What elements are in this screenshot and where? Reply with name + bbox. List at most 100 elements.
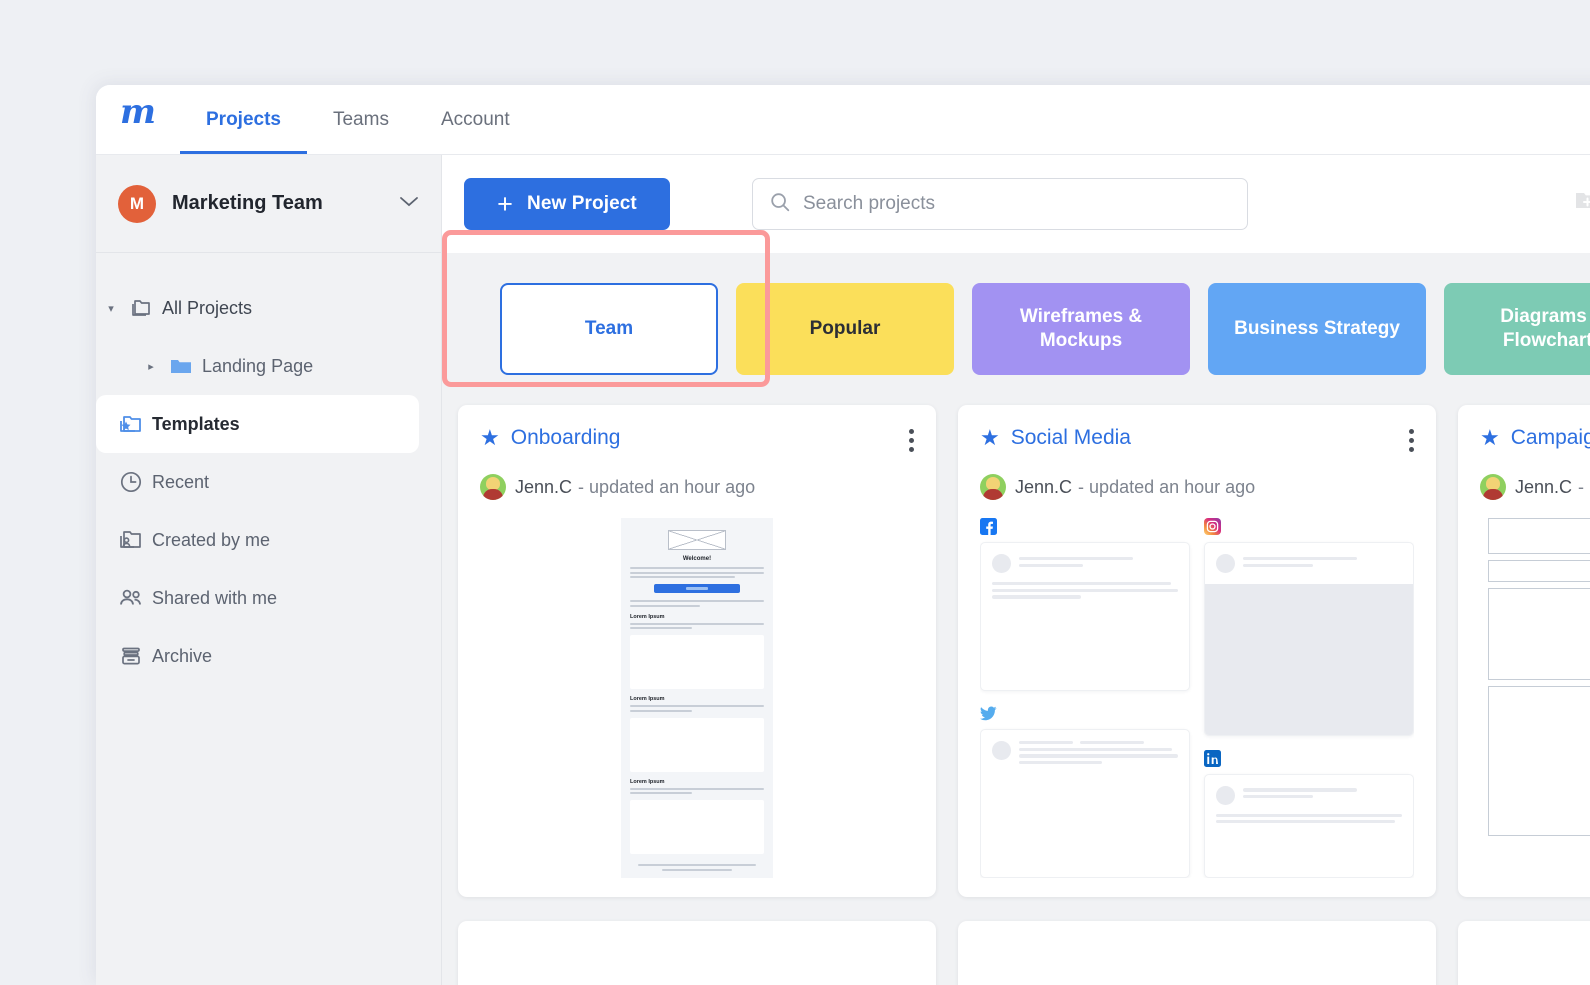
- chip-wireframes-mockups[interactable]: Wireframes & Mockups: [972, 283, 1190, 375]
- sidebar-item-templates[interactable]: Templates: [96, 395, 419, 453]
- team-name: Marketing Team: [172, 192, 399, 215]
- image-placeholder: [1205, 584, 1413, 736]
- card-header: ★ Onboarding: [480, 427, 914, 452]
- template-star-folder-icon: [110, 412, 152, 436]
- new-folder-button[interactable]: New: [1574, 189, 1590, 219]
- template-cards-area: ★ Onboarding Jenn.C - updated an hour ag…: [442, 405, 1590, 985]
- sidebar-item-label: Landing Page: [202, 356, 313, 377]
- card-thumbnail: [980, 518, 1414, 878]
- template-card-campaign[interactable]: ★ Campaign Jenn.C - updated an hour ago: [1458, 405, 1590, 897]
- new-project-label: New Project: [527, 193, 637, 215]
- sidebar-item-created-by-me[interactable]: Created by me: [96, 511, 419, 569]
- app-window: m Projects Teams Account M Marketing Tea…: [96, 85, 1590, 985]
- social-column-left: [980, 518, 1190, 878]
- card-updated: - updated an hour ago: [578, 477, 755, 498]
- twitter-post-preview: [980, 729, 1190, 878]
- card-header: ★ Social Media: [980, 427, 1414, 452]
- star-icon[interactable]: ★: [1480, 427, 1500, 449]
- category-chip-row: Team Popular Wireframes & Mockups Busine…: [442, 253, 1590, 405]
- main-content: + New Project: [442, 155, 1590, 985]
- sidebar-item-all-projects[interactable]: ▾ All Projects: [96, 279, 419, 337]
- sidebar-item-label: Recent: [152, 472, 209, 493]
- plus-icon: +: [497, 191, 513, 218]
- template-card-row2-item[interactable]: [1458, 921, 1590, 985]
- instagram-icon: [1204, 518, 1221, 535]
- chip-diagrams-flowcharts[interactable]: Diagrams & Flowcharts: [1444, 283, 1590, 375]
- card-author: Jenn.C: [1015, 477, 1072, 498]
- chip-popular[interactable]: Popular: [736, 283, 954, 375]
- wireframe-section-title: Lorem Ipsum: [630, 779, 764, 785]
- people-icon: [110, 586, 152, 610]
- facebook-icon: [980, 518, 997, 535]
- clock-icon: [110, 469, 152, 495]
- sidebar-item-archive[interactable]: Archive: [96, 627, 419, 685]
- chip-team[interactable]: Team: [500, 283, 718, 375]
- tab-account[interactable]: Account: [415, 110, 536, 154]
- sidebar-nav: ▾ All Projects ▸ Landing Page: [96, 253, 441, 685]
- card-header: ★ Campaign: [1480, 427, 1590, 452]
- wireframe-footer: [630, 864, 764, 871]
- card-meta: Jenn.C - updated an hour ago: [1480, 474, 1590, 500]
- template-card-row2-item[interactable]: [958, 921, 1436, 985]
- avatar: [980, 474, 1006, 500]
- star-icon[interactable]: ★: [480, 427, 500, 449]
- sidebar-item-label: Created by me: [152, 530, 270, 551]
- template-card-onboarding[interactable]: ★ Onboarding Jenn.C - updated an hour ag…: [458, 405, 936, 897]
- template-card-row2-item[interactable]: [458, 921, 936, 985]
- card-updated: - updated an hour ago: [1078, 477, 1255, 498]
- card-author: Jenn.C: [1515, 477, 1572, 498]
- folder-icon: [160, 356, 202, 376]
- avatar: [480, 474, 506, 500]
- twitter-icon: [980, 705, 997, 722]
- kebab-menu-icon[interactable]: [1409, 427, 1414, 452]
- wireframe-paragraph: [630, 623, 764, 630]
- wireframe-block: [630, 635, 764, 689]
- linkedin-post-preview: [1204, 774, 1414, 878]
- template-card-social-media[interactable]: ★ Social Media Jenn.C - updated an hour …: [958, 405, 1436, 897]
- card-meta: Jenn.C - updated an hour ago: [480, 474, 914, 500]
- team-switcher[interactable]: M Marketing Team: [96, 155, 441, 253]
- disclosure-triangle-icon[interactable]: ▾: [102, 302, 120, 315]
- card-title[interactable]: Onboarding: [511, 427, 909, 448]
- sidebar-item-shared-with-me[interactable]: Shared with me: [96, 569, 419, 627]
- template-card-row-1: ★ Onboarding Jenn.C - updated an hour ag…: [442, 405, 1590, 897]
- search-input[interactable]: [803, 193, 1231, 215]
- image-placeholder-icon: [668, 530, 726, 550]
- folder-plus-icon: [1574, 189, 1590, 219]
- table-preview: [1480, 518, 1590, 836]
- tab-projects[interactable]: Projects: [180, 110, 307, 154]
- archive-icon: [110, 644, 152, 668]
- star-icon[interactable]: ★: [980, 427, 1000, 449]
- wireframe-section-title: Lorem Ipsum: [630, 696, 764, 702]
- sidebar: M Marketing Team ▾ All Projects: [96, 155, 442, 985]
- tab-teams[interactable]: Teams: [307, 110, 415, 154]
- new-project-button[interactable]: + New Project: [464, 178, 670, 230]
- wireframe-button: [654, 584, 740, 593]
- avatar: [1480, 474, 1506, 500]
- folders-icon: [120, 297, 162, 319]
- card-thumbnail: [1480, 518, 1590, 878]
- wireframe-block: [630, 800, 764, 854]
- chevron-down-icon[interactable]: [399, 195, 419, 212]
- top-navigation-bar: m Projects Teams Account: [96, 85, 1590, 155]
- wireframe-section-title: Lorem Ipsum: [630, 614, 764, 620]
- linkedin-icon: [1204, 750, 1221, 767]
- card-author: Jenn.C: [515, 477, 572, 498]
- sidebar-item-landing-page[interactable]: ▸ Landing Page: [96, 337, 419, 395]
- card-thumbnail: Welcome!: [480, 518, 914, 878]
- chip-business-strategy[interactable]: Business Strategy: [1208, 283, 1426, 375]
- person-folder-icon: [110, 528, 152, 552]
- card-title[interactable]: Campaign: [1511, 427, 1590, 448]
- wireframe-paragraph: [630, 788, 764, 795]
- sidebar-item-recent[interactable]: Recent: [96, 453, 419, 511]
- disclosure-triangle-icon[interactable]: ▸: [142, 360, 160, 373]
- team-avatar: M: [118, 185, 156, 223]
- wireframe-heading: Welcome!: [630, 556, 764, 562]
- template-card-row-2: [442, 921, 1590, 985]
- kebab-menu-icon[interactable]: [909, 427, 914, 452]
- sidebar-item-label: Templates: [152, 414, 240, 435]
- search-box[interactable]: [752, 178, 1248, 230]
- card-title[interactable]: Social Media: [1011, 427, 1409, 448]
- miro-logo-icon[interactable]: m: [110, 86, 166, 154]
- search-icon: [769, 191, 791, 218]
